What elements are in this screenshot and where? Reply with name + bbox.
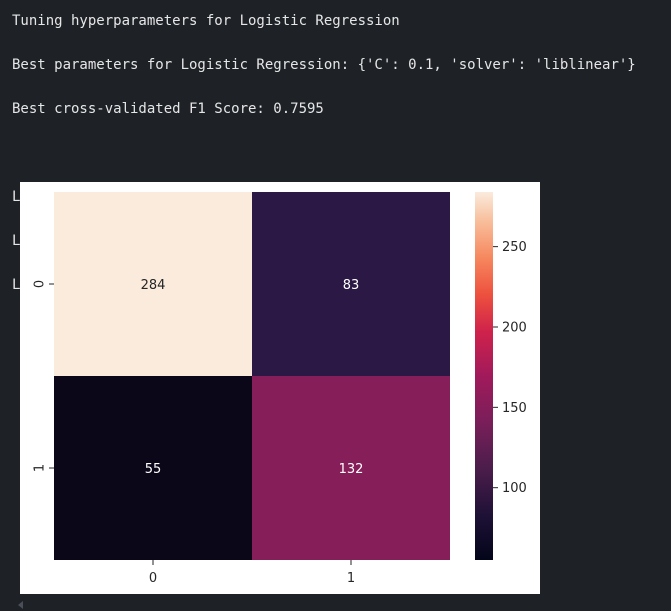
output-line-best-params: Best parameters for Logistic Regression:… [12, 57, 636, 73]
confusion-matrix-heatmap: 284 83 55 132 0 1 0 1 100 150 200 250 [33, 192, 527, 586]
output-line-tuning: Tuning hyperparameters for Logistic Regr… [12, 13, 400, 29]
colorbar-tick-label: 250 [502, 240, 527, 255]
output-line-cv-f1: Best cross-validated F1 Score: 0.7595 [12, 101, 324, 117]
cell-annotation: 284 [141, 278, 166, 293]
colorbar-tick-label: 100 [502, 481, 527, 496]
y-tick-label: 1 [33, 464, 48, 472]
colorbar-tick-label: 150 [502, 401, 527, 416]
x-tick-label: 0 [149, 571, 157, 586]
y-tick-label: 0 [33, 280, 48, 288]
cell-annotation: 55 [145, 462, 162, 477]
cell-annotation: 83 [343, 278, 360, 293]
x-tick-label: 1 [347, 571, 355, 586]
colorbar-tick-label: 200 [502, 320, 527, 335]
output-line-blank [12, 142, 636, 164]
cell-annotation: 132 [339, 462, 364, 477]
colorbar [475, 192, 493, 560]
scroll-left-arrow-icon[interactable] [18, 601, 23, 609]
confusion-matrix-figure: 284 83 55 132 0 1 0 1 100 150 200 250 [20, 182, 540, 594]
